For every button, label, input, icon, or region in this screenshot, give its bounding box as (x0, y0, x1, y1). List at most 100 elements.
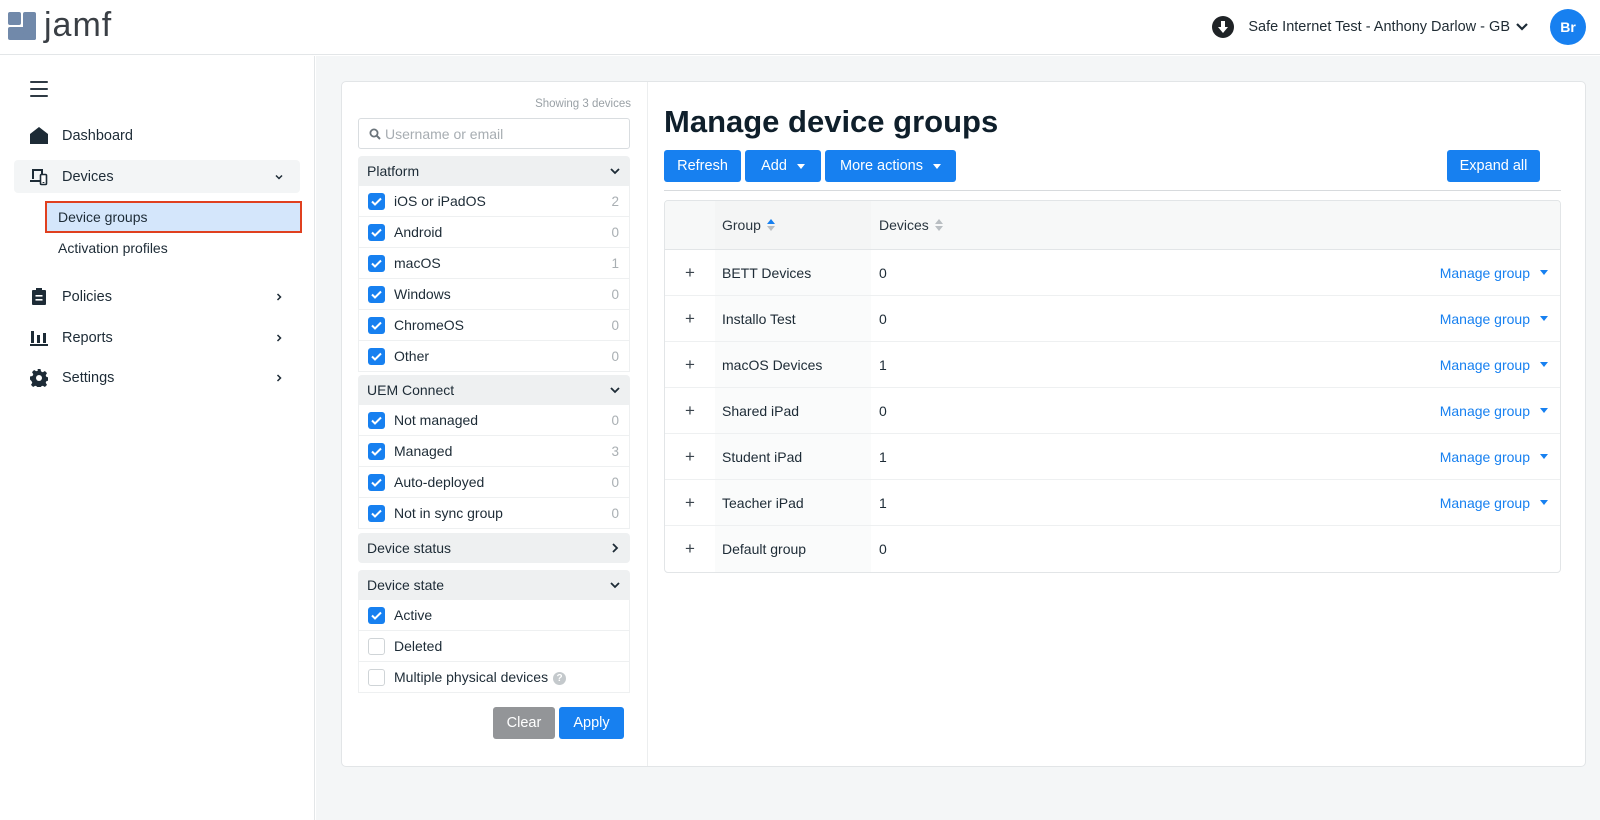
expand-row-icon[interactable]: + (665, 493, 715, 513)
jamf-logo[interactable]: jamf (8, 8, 112, 42)
filter-option[interactable]: Other 0 (358, 341, 630, 372)
column-header-group[interactable]: Group (715, 201, 871, 249)
filter-option[interactable]: Windows 0 (358, 279, 630, 310)
sidebar-subitem-activation-profiles[interactable]: Activation profiles (45, 232, 302, 264)
caret-down-icon (1540, 454, 1548, 459)
manage-group-dropdown[interactable]: Manage group (1440, 311, 1548, 327)
filter-option[interactable]: Android 0 (358, 217, 630, 248)
filter-group-title: Device state (367, 577, 445, 593)
filter-option[interactable]: Not in sync group 0 (358, 498, 630, 529)
sidebar: Dashboard Devices Device groups Activati… (0, 56, 315, 820)
home-icon (30, 127, 48, 145)
checkbox-checked[interactable] (368, 192, 385, 210)
expand-all-button[interactable]: Expand all (1447, 150, 1540, 182)
table-row: + Default group 0 (665, 526, 1560, 572)
checkbox-checked[interactable] (368, 223, 385, 241)
sidebar-item-reports[interactable]: Reports (14, 321, 300, 354)
checkbox-unchecked[interactable] (368, 668, 385, 686)
checkbox-checked[interactable] (368, 442, 385, 460)
checkbox-checked[interactable] (368, 316, 385, 334)
download-icon[interactable] (1212, 16, 1235, 38)
filter-option[interactable]: Deleted (358, 631, 630, 662)
filter-option[interactable]: Not managed 0 (358, 405, 630, 436)
filter-option[interactable]: macOS 1 (358, 248, 630, 279)
logo-text: jamf (44, 6, 113, 44)
manage-group-dropdown[interactable]: Manage group (1440, 265, 1548, 281)
manage-group-dropdown[interactable]: Manage group (1440, 449, 1548, 465)
filter-group-uem-connect: UEM Connect Not managed 0 Managed 3 Auto-d… (358, 375, 630, 529)
checkbox-checked[interactable] (368, 504, 385, 522)
checkbox-unchecked[interactable] (368, 637, 385, 655)
filter-option[interactable]: iOS or iPadOS 2 (358, 186, 630, 217)
menu-toggle-icon[interactable] (30, 81, 48, 97)
manage-group-dropdown[interactable]: Manage group (1440, 495, 1548, 511)
table-row: + macOS Devices 1 Manage group (665, 342, 1560, 388)
checkbox-checked[interactable] (368, 347, 385, 365)
manage-group-dropdown[interactable]: Manage group (1440, 357, 1548, 373)
device-count: 0 (879, 264, 887, 281)
filter-group-title: Device status (367, 540, 452, 556)
manage-group-label: Manage group (1439, 264, 1530, 281)
sidebar-item-dashboard[interactable]: Dashboard (14, 119, 300, 152)
sidebar-item-policies[interactable]: Policies (14, 280, 300, 313)
expand-row-icon[interactable]: + (665, 447, 715, 467)
group-name: Shared iPad (715, 388, 871, 433)
toolbar-divider (664, 190, 1561, 191)
expand-row-icon[interactable]: + (665, 263, 715, 283)
apply-button[interactable]: Apply (559, 707, 624, 739)
chevron-right-icon (276, 333, 282, 342)
filter-group-header[interactable]: Device status (358, 533, 630, 563)
clear-button[interactable]: Clear (493, 707, 555, 739)
filter-option-label: iOS or iPadOS (394, 193, 486, 209)
filter-option[interactable]: ChromeOS 0 (358, 310, 630, 341)
organization-name[interactable]: Safe Internet Test - Anthony Darlow - GB (1248, 19, 1510, 35)
filter-option-label: Windows (394, 286, 451, 302)
more-actions-button[interactable]: More actions (825, 150, 956, 182)
search-field[interactable] (358, 118, 630, 149)
filter-group-header[interactable]: Device state (358, 570, 630, 600)
filter-group-platform: Platform iOS or iPadOS 2 Android 0 macOS 1 … (358, 156, 630, 372)
group-name: Teacher iPad (715, 480, 871, 525)
sort-ascending-icon[interactable] (766, 219, 775, 231)
manage-group-dropdown[interactable]: Manage group (1440, 403, 1548, 419)
search-input[interactable] (385, 125, 615, 142)
chevron-down-icon (610, 387, 620, 394)
sidebar-subitem-device-groups[interactable]: Device groups (45, 201, 302, 233)
user-avatar[interactable]: Br (1550, 9, 1586, 45)
chevron-down-icon[interactable] (1514, 19, 1530, 35)
expand-row-icon[interactable]: + (665, 309, 715, 329)
add-button-label: Add (761, 158, 787, 174)
checkbox-checked[interactable] (368, 606, 385, 624)
manage-group-label: Manage group (1439, 310, 1530, 327)
checkbox-checked[interactable] (368, 285, 385, 303)
expand-row-icon[interactable]: + (665, 401, 715, 421)
caret-down-icon (1540, 500, 1548, 505)
filter-option-label: Android (394, 224, 443, 240)
sidebar-item-label: Settings (62, 369, 115, 386)
sidebar-item-label: Devices (62, 168, 114, 185)
filter-option-label: Deleted (394, 638, 443, 654)
filter-option[interactable]: Multiple physical devices? (358, 662, 630, 693)
filter-option-count: 0 (611, 224, 619, 240)
filter-option[interactable]: Active (358, 600, 630, 631)
filter-option-label: Not in sync group (394, 505, 503, 521)
filter-option[interactable]: Managed 3 (358, 436, 630, 467)
checkbox-checked[interactable] (368, 411, 385, 429)
filter-option[interactable]: Auto-deployed 0 (358, 467, 630, 498)
filter-group-header[interactable]: Platform (358, 156, 630, 186)
jamf-logo-icon (8, 12, 38, 42)
checkbox-checked[interactable] (368, 254, 385, 272)
filter-group-header[interactable]: UEM Connect (358, 375, 630, 405)
filter-option-count: 0 (611, 505, 619, 521)
sidebar-item-devices[interactable]: Devices (14, 160, 300, 193)
sort-icon[interactable] (934, 219, 943, 231)
checkbox-checked[interactable] (368, 473, 385, 491)
table-header: Group Devices (665, 201, 1560, 250)
help-icon[interactable]: ? (553, 671, 567, 685)
column-header-devices[interactable]: Devices (871, 201, 1560, 249)
expand-row-icon[interactable]: + (665, 539, 715, 559)
expand-row-icon[interactable]: + (665, 355, 715, 375)
add-button[interactable]: Add (745, 150, 821, 182)
sidebar-item-settings[interactable]: Settings (14, 361, 300, 394)
refresh-button[interactable]: Refresh (664, 150, 741, 182)
